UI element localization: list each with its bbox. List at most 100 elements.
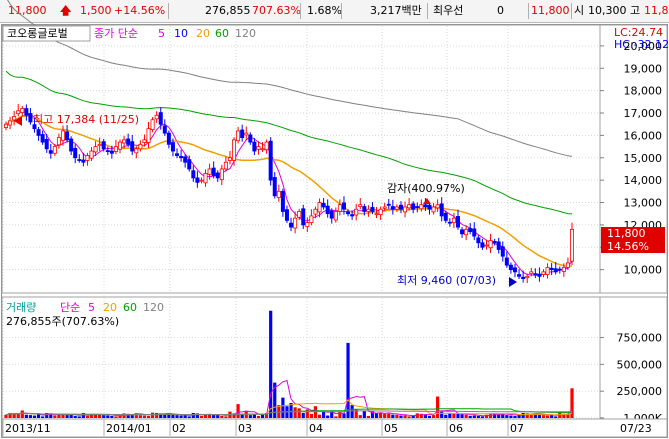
volume-bar <box>472 415 476 418</box>
candle-body <box>272 177 277 197</box>
volume-bar <box>322 411 326 418</box>
volume-bar <box>362 410 366 418</box>
volume-bar <box>110 415 114 418</box>
x-tick-label: 2013/11 <box>5 422 51 435</box>
candle-body <box>183 156 188 163</box>
current-pct-tag-text: 14.56% <box>607 240 649 253</box>
volume-bar <box>554 416 558 418</box>
candle-body <box>8 120 13 126</box>
volume-bar <box>436 396 440 418</box>
candle-body <box>97 143 102 147</box>
candle-body <box>403 206 408 213</box>
ma-10-label[interactable]: 10 <box>174 27 188 40</box>
candle-body <box>431 206 436 213</box>
ma-60-label[interactable]: 60 <box>215 27 229 40</box>
x-tick-label: 02 <box>172 422 186 435</box>
candle-body <box>150 119 155 130</box>
candle-body <box>170 142 175 152</box>
ma-5-label[interactable]: 5 <box>158 27 165 40</box>
candle-body <box>280 190 285 212</box>
candle-body <box>512 267 517 273</box>
candle-body <box>138 143 143 150</box>
candle-body <box>553 268 558 273</box>
ma-20-label[interactable]: 20 <box>196 27 210 40</box>
candle-body <box>4 123 9 128</box>
volume-bar <box>41 416 45 418</box>
vol-ma-20-label[interactable]: 20 <box>103 301 117 314</box>
candle-body <box>154 114 159 120</box>
candle-body <box>407 204 412 209</box>
x-tick-label: 2014/01 <box>106 422 152 435</box>
y-tick-label: 750,000 <box>617 332 663 345</box>
volume-bar <box>440 411 444 418</box>
candle-body <box>484 244 489 247</box>
candle-body <box>44 139 49 150</box>
candle-body <box>289 222 294 228</box>
candle-body <box>354 208 359 216</box>
volume-bar <box>207 414 212 418</box>
y-tick-label: 18,000 <box>624 85 663 98</box>
volume-bar <box>4 414 8 418</box>
volume-bar <box>537 414 542 418</box>
candle-body <box>113 146 118 152</box>
ma-120-label[interactable]: 120 <box>235 27 256 40</box>
candle-body <box>191 170 196 179</box>
candle-body <box>146 128 151 143</box>
volume-bar <box>138 415 142 418</box>
candle-body <box>207 168 212 175</box>
candle-body <box>244 132 249 136</box>
candle-body <box>227 157 232 161</box>
volume-bar <box>452 413 456 418</box>
candle-body <box>240 129 245 139</box>
vol-ma-60-label[interactable]: 60 <box>123 301 137 314</box>
candle-body <box>284 209 289 221</box>
candle-body <box>386 203 391 206</box>
ma-prefix: 종가 단순 <box>94 27 138 40</box>
candle-body <box>370 207 375 212</box>
volume-bar <box>85 415 90 418</box>
candle-body <box>419 204 424 210</box>
candle-body <box>329 210 334 219</box>
candle-body <box>56 137 61 146</box>
candle-body <box>565 262 570 268</box>
vol-ma-120-label[interactable]: 120 <box>143 301 164 314</box>
volume-bar <box>374 412 379 418</box>
candle-body <box>268 140 273 181</box>
y-tick-label: 10,000 <box>624 264 663 277</box>
candle-body <box>435 204 440 209</box>
candle-body <box>297 211 302 218</box>
candle-body <box>415 206 420 208</box>
candle-body <box>199 179 204 182</box>
candle-body <box>557 268 562 271</box>
volume-bar <box>513 415 517 418</box>
candle-body <box>492 241 497 244</box>
candle-body <box>305 222 310 228</box>
candle-body <box>65 131 70 141</box>
stock-chart[interactable]: 20,00019,00018,00017,00016,00015,00014,0… <box>0 0 669 439</box>
candle-body <box>533 273 538 276</box>
volume-bar <box>224 416 228 418</box>
reduction-annotation: 감자(400.97%) <box>387 182 465 195</box>
y-tick-label: 14,000 <box>624 174 663 187</box>
volume-bar <box>541 415 546 418</box>
volume-bar <box>183 415 187 418</box>
candle-body <box>439 203 444 217</box>
candle-body <box>264 141 269 151</box>
x-axis-area[interactable] <box>1 418 668 438</box>
candle-body <box>252 141 257 152</box>
candle-body <box>394 206 399 210</box>
candle-body <box>476 237 481 244</box>
y-tick-label: 16,000 <box>624 129 663 142</box>
candle-body <box>158 112 163 125</box>
candle-body <box>52 146 57 154</box>
vol-ma-5-label[interactable]: 5 <box>88 301 95 314</box>
candle-body <box>166 132 171 145</box>
candle-body <box>537 273 542 277</box>
candle-body <box>28 113 33 123</box>
candle-body <box>93 146 98 153</box>
low-annotation: 최저 9,460 (07/03) <box>397 274 496 287</box>
candle-body <box>382 206 387 209</box>
candle-body <box>126 138 131 145</box>
candle-body <box>187 159 192 170</box>
candle-body <box>211 167 216 177</box>
